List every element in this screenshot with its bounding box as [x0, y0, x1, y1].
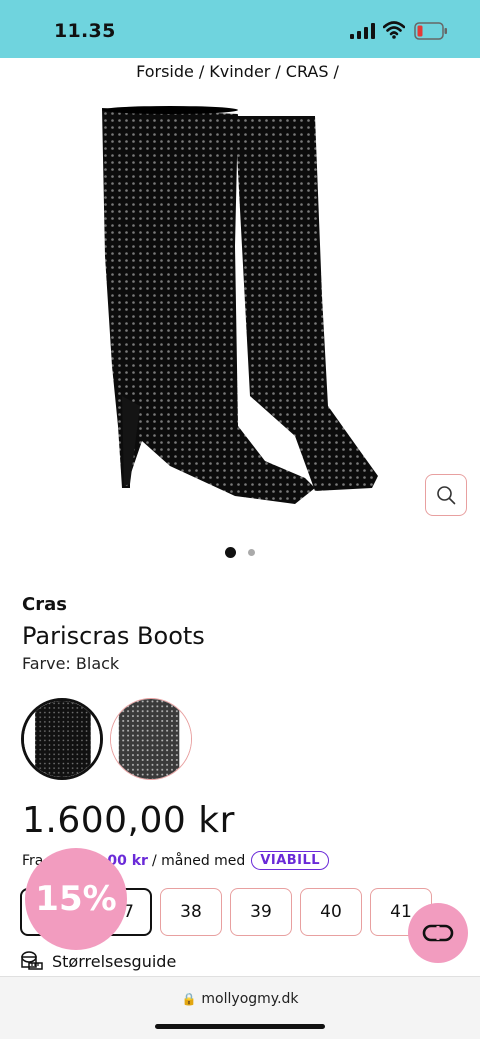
breadcrumb: Forside / Kvinder / CRAS /	[0, 62, 480, 81]
carousel-dot-active[interactable]	[225, 547, 236, 558]
status-bar: 11.35	[0, 0, 480, 58]
size-option-40[interactable]: 40	[300, 888, 362, 936]
product-title: Pariscras Boots	[22, 622, 205, 650]
product-brand[interactable]: Cras	[22, 594, 67, 615]
status-time: 11.35	[54, 20, 116, 42]
lock-icon: 🔒	[181, 992, 197, 1006]
url-display[interactable]: 🔒 mollyogmy.dk	[0, 991, 480, 1007]
size-guide-label: Størrelsesguide	[52, 951, 177, 971]
breadcrumb-separator: /	[275, 62, 281, 81]
swatch-image	[24, 701, 100, 777]
size-option-39[interactable]: 39	[230, 888, 292, 936]
viabill-logo[interactable]: VIABILL	[251, 851, 330, 870]
home-indicator[interactable]	[155, 1024, 325, 1029]
zoom-button[interactable]	[425, 474, 467, 516]
breadcrumb-item-forside[interactable]: Forside	[136, 62, 194, 81]
size-label: 40	[320, 902, 342, 922]
signal-icon	[350, 23, 375, 39]
product-color: Farve: Black	[22, 654, 120, 673]
breadcrumb-item-kvinder[interactable]: Kvinder	[209, 62, 270, 81]
battery-low-icon	[414, 22, 447, 40]
product-price: 1.600,00 kr	[22, 800, 235, 841]
carousel-dot[interactable]	[248, 549, 255, 556]
breadcrumb-separator: /	[333, 62, 339, 81]
financing-suffix: / måned med	[151, 852, 246, 869]
size-option-38[interactable]: 38	[160, 888, 222, 936]
size-guide-icon	[21, 951, 43, 970]
size-label: 41	[390, 902, 412, 922]
size-label: 38	[180, 902, 202, 922]
chat-button[interactable]	[408, 903, 468, 963]
size-label: 39	[250, 902, 272, 922]
swatch-image	[111, 699, 191, 779]
chat-icon	[422, 924, 454, 942]
browser-url-bar[interactable]: 🔒 mollyogmy.dk	[0, 976, 480, 1039]
breadcrumb-separator: /	[198, 62, 205, 81]
color-swatch-alt[interactable]	[110, 698, 192, 780]
discount-badge[interactable]: 15%	[25, 848, 127, 950]
color-swatch-black[interactable]	[21, 698, 103, 780]
product-image[interactable]	[60, 96, 420, 526]
url-text: mollyogmy.dk	[201, 991, 299, 1007]
breadcrumb-item-cras[interactable]: CRAS	[286, 62, 329, 81]
carousel-dots	[0, 547, 480, 558]
wifi-icon	[383, 21, 405, 39]
size-guide-link[interactable]: Størrelsesguide	[20, 949, 176, 973]
zoom-icon	[437, 486, 456, 505]
